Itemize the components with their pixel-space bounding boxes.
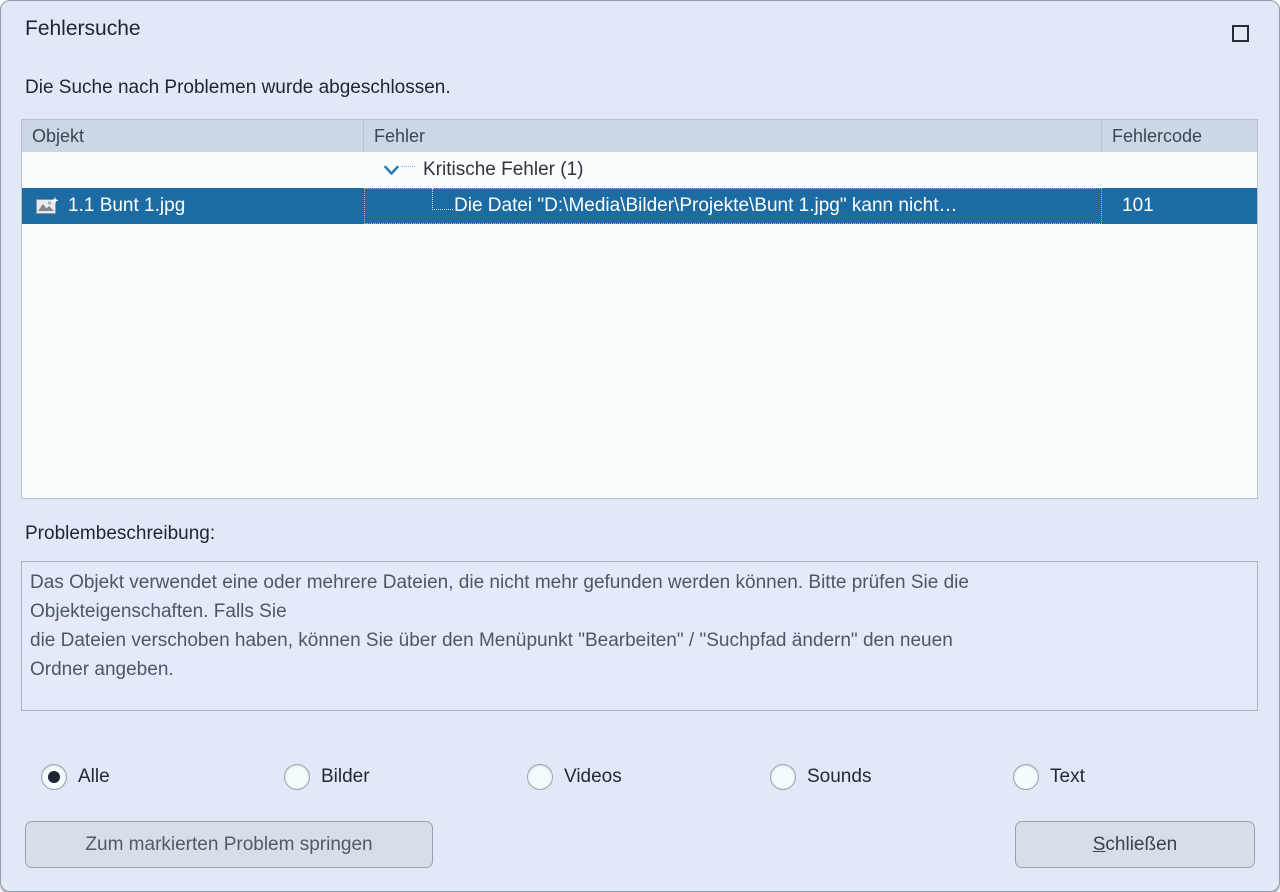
status-text: Die Suche nach Problemen wurde abgeschlo… <box>25 77 451 99</box>
results-table: Objekt Fehler Fehlercode Kritische Fehle… <box>21 119 1258 499</box>
close-button[interactable]: Schließen <box>1015 821 1255 868</box>
column-header-objekt[interactable]: Objekt <box>22 120 364 152</box>
close-button-label-rest: chließen <box>1105 834 1177 856</box>
group-row-label: Kritische Fehler (1) <box>423 159 584 181</box>
cell-error-code: 101 <box>1102 188 1257 224</box>
image-file-icon <box>36 197 59 215</box>
radio-icon[interactable] <box>527 764 553 790</box>
radio-icon[interactable] <box>1013 764 1039 790</box>
filter-radio-alle[interactable]: Alle <box>41 764 110 790</box>
column-header-fehlercode[interactable]: Fehlercode <box>1102 120 1257 152</box>
filter-label[interactable]: Text <box>1050 766 1085 788</box>
filter-radio-videos[interactable]: Videos <box>527 764 622 790</box>
filter-radio-sounds[interactable]: Sounds <box>770 764 871 790</box>
filter-label[interactable]: Bilder <box>321 766 370 788</box>
close-button-accelerator: S <box>1093 834 1106 856</box>
table-header: Objekt Fehler Fehlercode <box>22 120 1257 152</box>
maximize-icon[interactable] <box>1232 25 1249 42</box>
error-message: Die Datei "D:\Media\Bilder\Projekte\Bunt… <box>454 195 958 216</box>
filter-label[interactable]: Videos <box>564 766 622 788</box>
tree-dotted-line <box>401 166 415 167</box>
filter-label[interactable]: Sounds <box>807 766 871 788</box>
jump-to-problem-button[interactable]: Zum markierten Problem springen <box>25 821 433 868</box>
object-name: 1.1 Bunt 1.jpg <box>68 195 185 217</box>
chevron-down-icon[interactable] <box>384 165 399 176</box>
filter-label[interactable]: Alle <box>78 766 110 788</box>
column-header-fehler[interactable]: Fehler <box>364 120 1102 152</box>
cell-object: 1.1 Bunt 1.jpg <box>22 188 364 224</box>
tree-branch-connector <box>432 188 453 210</box>
radio-icon[interactable] <box>284 764 310 790</box>
group-row-kritische-fehler[interactable]: Kritische Fehler (1) <box>22 152 1257 188</box>
error-table-row[interactable]: 1.1 Bunt 1.jpg Die Datei "D:\Media\Bilde… <box>22 188 1257 224</box>
radio-icon[interactable] <box>770 764 796 790</box>
problem-description-text[interactable]: Das Objekt verwendet eine oder mehrere D… <box>21 561 1258 711</box>
error-search-dialog: Fehlersuche Die Suche nach Problemen wur… <box>0 0 1280 892</box>
cell-error-message: Die Datei "D:\Media\Bilder\Projekte\Bunt… <box>364 188 1102 224</box>
filter-radio-bilder[interactable]: Bilder <box>284 764 370 790</box>
radio-icon[interactable] <box>41 764 67 790</box>
problem-description-label: Problembeschreibung: <box>25 523 215 545</box>
filter-radio-text[interactable]: Text <box>1013 764 1085 790</box>
dialog-title: Fehlersuche <box>25 17 141 41</box>
